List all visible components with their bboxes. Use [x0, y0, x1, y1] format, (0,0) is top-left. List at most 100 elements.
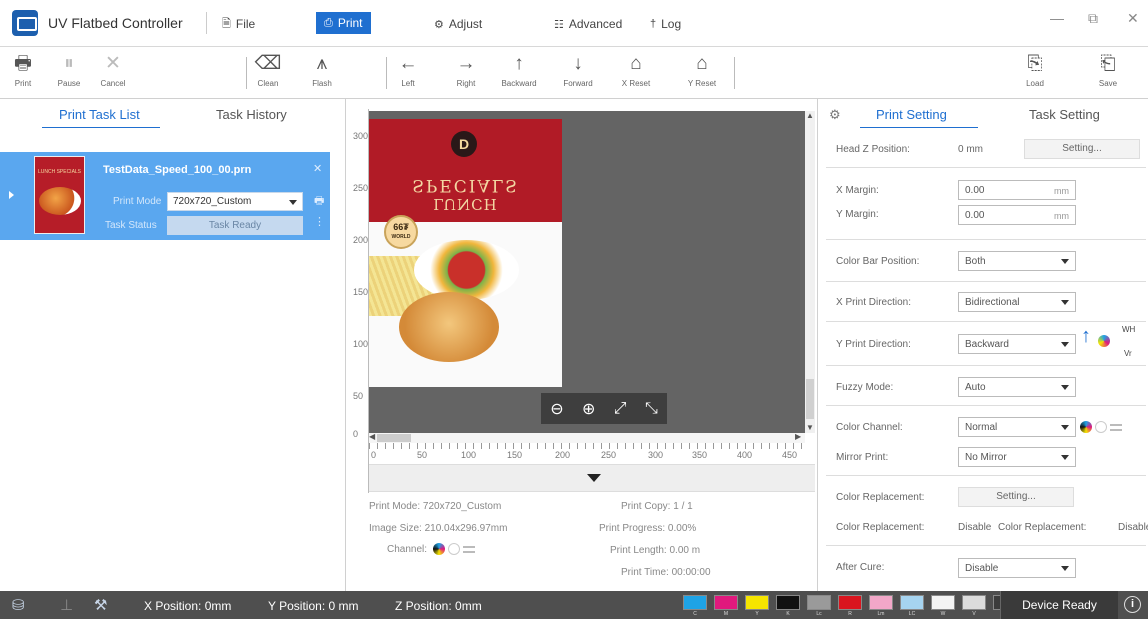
- load-label: Load: [1026, 79, 1044, 88]
- log-icon: †: [650, 18, 657, 30]
- thumbnail-food-image: [39, 187, 81, 215]
- preview-panel: 300 250 200 150 100 50 0 D SPECIALS LUNC…: [347, 99, 816, 591]
- print-label: Print: [14, 79, 32, 88]
- clean-button[interactable]: ⌫ Clean: [246, 51, 290, 95]
- tools-icon[interactable]: ⚒: [94, 596, 107, 614]
- x-print-direction-select[interactable]: Bidirectional: [958, 292, 1076, 312]
- scroll-left-icon[interactable]: ◀: [369, 432, 375, 441]
- task-item[interactable]: LUNCH SPECIALS TestData_Speed_100_00.prn…: [0, 152, 330, 240]
- info-label: Print Copy:: [621, 501, 671, 512]
- after-cure-select[interactable]: Disable: [958, 558, 1076, 578]
- color-channel-select[interactable]: Normal: [958, 417, 1076, 437]
- color-bar-select[interactable]: Both: [958, 251, 1076, 271]
- gear-icon[interactable]: ⚙: [829, 107, 841, 123]
- scroll-down-icon[interactable]: ▼: [806, 423, 814, 432]
- ink-label: Y: [755, 611, 759, 617]
- actual-size-icon[interactable]: ⤡: [645, 400, 658, 418]
- flash-button[interactable]: ⩚ Flash: [300, 51, 344, 95]
- white-channel-icon: [448, 543, 460, 555]
- print-mode-select[interactable]: 720x720_Custom: [167, 192, 303, 211]
- after-cure-value: Disable: [965, 563, 999, 574]
- head-z-setting-button[interactable]: Setting...: [1024, 139, 1140, 159]
- y-margin-input[interactable]: 0.00 mm: [958, 205, 1076, 225]
- varnish-channel-icon: [463, 545, 475, 553]
- x-reset-button[interactable]: ⌂ X Reset: [614, 51, 658, 95]
- zoom-in-icon[interactable]: ⊕: [582, 399, 595, 419]
- pause-button[interactable]: ⏸ Pause: [47, 51, 91, 95]
- print-canvas[interactable]: D SPECIALS LUNCH 66₮ WORLD ⊖ ⊕ ⤢ ⤡: [369, 111, 805, 433]
- tab-adjust[interactable]: ⚙ Adjust: [434, 14, 482, 34]
- gear-icon: ⚙: [434, 18, 444, 31]
- horizontal-scrollbar[interactable]: ◀ ▶: [369, 432, 805, 443]
- scroll-up-icon[interactable]: ▲: [806, 111, 814, 120]
- tab-log[interactable]: † Log: [650, 14, 681, 34]
- zoom-out-icon[interactable]: ⊖: [550, 399, 563, 419]
- x-position-readout: X Position: 0mm: [144, 599, 232, 613]
- save-button[interactable]: ⎗ Save: [1086, 51, 1130, 95]
- printer-icon[interactable]: 🖶: [314, 192, 324, 211]
- head-z-label: Head Z Position:: [836, 144, 910, 155]
- forward-button[interactable]: ↓ Forward: [556, 51, 600, 95]
- print-image[interactable]: D SPECIALS LUNCH 66₮ WORLD: [369, 119, 562, 387]
- remove-task-icon[interactable]: ✕: [313, 162, 322, 175]
- y-print-direction-select[interactable]: Backward: [958, 334, 1076, 354]
- info-print-mode: Print Mode: 720x720_Custom: [369, 501, 501, 512]
- x-margin-input[interactable]: 0.00 mm: [958, 180, 1076, 200]
- unit-label: mm: [1054, 211, 1069, 221]
- row-indicator-icon: [9, 191, 14, 199]
- color-replaced-label: Color Replacement:: [836, 522, 925, 533]
- backward-button[interactable]: ↑ Backward: [497, 51, 541, 95]
- mirror-print-select[interactable]: No Mirror: [958, 447, 1076, 467]
- info-channel: Channel:: [387, 544, 427, 555]
- chevron-down-icon: [1061, 455, 1069, 460]
- connection-icon[interactable]: ⛁: [12, 596, 25, 614]
- tab-print-task-list[interactable]: Print Task List: [59, 107, 140, 122]
- active-tab-underline: [860, 127, 978, 128]
- vertical-scrollbar[interactable]: ▲ ▼: [805, 111, 815, 433]
- y-reset-button[interactable]: ⌂ Y Reset: [680, 51, 724, 95]
- task-status-label: Task Status: [105, 220, 157, 231]
- left-button[interactable]: ← Left: [386, 51, 430, 95]
- color-replacement-setting-button[interactable]: Setting...: [958, 487, 1074, 507]
- ruler-label: 200: [555, 450, 571, 460]
- cancel-button[interactable]: ✕ Cancel: [91, 51, 135, 95]
- info-collapse-toggle[interactable]: [369, 464, 815, 492]
- save-label: Save: [1098, 79, 1118, 88]
- tab-advanced[interactable]: ☷ Advanced: [554, 14, 622, 34]
- mirror-print-value: No Mirror: [965, 452, 1007, 463]
- x-reset-label: X Reset: [621, 79, 651, 88]
- app-title: UV Flatbed Controller: [48, 15, 183, 31]
- print-icon: ⎙: [324, 16, 333, 29]
- print-button[interactable]: 🖶 Print: [1, 51, 45, 95]
- info-print-progress: Print Progress: 0.00%: [599, 523, 696, 534]
- task-thumbnail: LUNCH SPECIALS: [34, 156, 85, 234]
- tab-print[interactable]: ⎙ Print: [316, 12, 371, 34]
- scrollbar-thumb[interactable]: [806, 379, 814, 419]
- status-bar: ⛁ ⊥ ⚒ X Position: 0mm Y Position: 0 mm Z…: [0, 591, 1148, 619]
- more-icon[interactable]: ⋮: [314, 215, 325, 228]
- color-channel-icon: [433, 543, 445, 555]
- minimize-button[interactable]: —: [1050, 10, 1064, 26]
- close-button[interactable]: ✕: [1127, 10, 1139, 27]
- scroll-right-icon[interactable]: ▶: [795, 432, 801, 441]
- tab-file[interactable]: 🗎 File: [222, 14, 255, 34]
- fit-icon[interactable]: ⤢: [614, 400, 627, 418]
- scrollbar-thumb[interactable]: [377, 434, 411, 442]
- load-button[interactable]: ⎘ Load: [1013, 51, 1057, 95]
- task-file-name: TestData_Speed_100_00.prn: [103, 164, 252, 176]
- tab-task-setting[interactable]: Task Setting: [1029, 107, 1100, 122]
- x-print-direction-value: Bidirectional: [965, 297, 1020, 308]
- right-button[interactable]: → Right: [444, 51, 488, 95]
- color-replacement-label: Color Replacement:: [836, 492, 925, 503]
- ruler-label: 250: [353, 183, 369, 193]
- fuzzy-mode-select[interactable]: Auto: [958, 377, 1076, 397]
- vertical-ruler: 300 250 200 150 100 50 0: [347, 109, 369, 517]
- info-icon[interactable]: i: [1124, 596, 1141, 613]
- document-logo: D: [451, 131, 477, 157]
- file-icon: 🗎: [222, 17, 231, 30]
- restore-button[interactable]: ⧉: [1088, 10, 1098, 27]
- price-badge-value: 66₮: [393, 222, 409, 232]
- color-channel-value: Normal: [965, 422, 998, 433]
- tab-print-setting[interactable]: Print Setting: [876, 107, 947, 122]
- tab-task-history[interactable]: Task History: [216, 107, 287, 122]
